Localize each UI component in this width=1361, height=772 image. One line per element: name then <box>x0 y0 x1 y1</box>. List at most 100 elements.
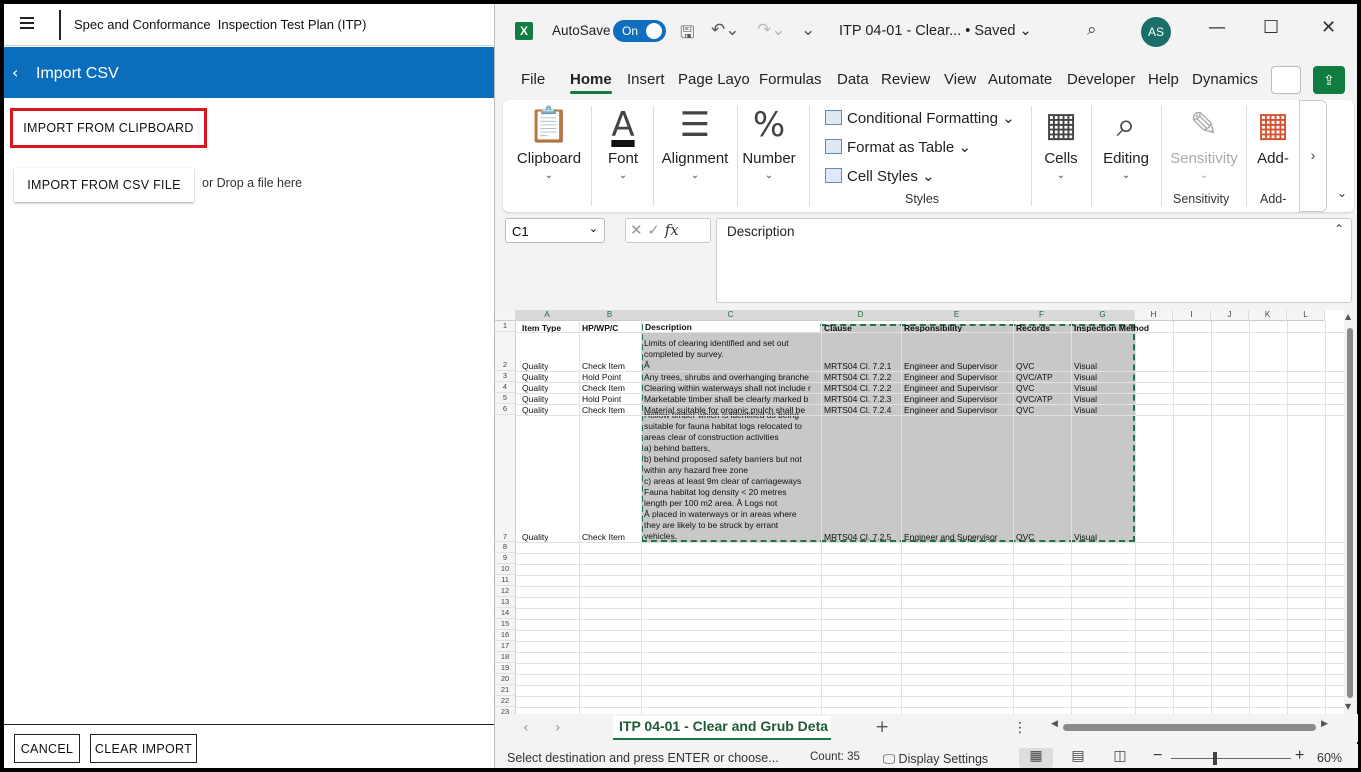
clear-import-button[interactable]: CLEAR IMPORT <box>90 734 197 763</box>
row-header[interactable]: 18 <box>495 652 516 663</box>
cell-a5[interactable]: Quality <box>522 394 548 404</box>
normal-view-icon[interactable]: ▦ <box>1019 748 1053 768</box>
count-indicator[interactable]: Count: 35 <box>810 751 860 763</box>
row-header[interactable]: 2 <box>495 332 516 371</box>
tab-page-layout[interactable]: Page Layo <box>678 71 750 88</box>
row-header[interactable]: 22 <box>495 696 516 707</box>
page-break-view-icon[interactable]: ◫ <box>1103 748 1137 768</box>
name-box[interactable]: C1 ⌄ <box>505 218 605 243</box>
cell-d5[interactable]: MRTS04 Cl. 7.2.3 <box>824 394 891 404</box>
cell-b7[interactable]: Check Item <box>582 532 625 542</box>
zoom-in-icon[interactable]: + <box>1295 747 1304 765</box>
autosave-toggle[interactable]: On <box>613 20 666 42</box>
column-header[interactable]: I <box>1173 310 1211 321</box>
cell-d6[interactable]: MRTS04 Cl. 7.2.4 <box>824 405 891 415</box>
cell-d3[interactable]: MRTS04 Cl. 7.2.2 <box>824 372 891 382</box>
zoom-out-icon[interactable]: − <box>1153 747 1162 765</box>
conditional-formatting-button[interactable]: Conditional Formatting ⌄ <box>825 109 1015 127</box>
cell-d7[interactable]: MRTS04 Cl. 7.2.5 <box>824 532 891 542</box>
cell-a7[interactable]: Quality <box>522 532 548 542</box>
cell-c3[interactable]: Any trees, shrubs and overhanging branch… <box>644 372 820 382</box>
cell-a2[interactable]: Quality <box>522 361 548 371</box>
avatar[interactable]: AS <box>1141 17 1171 47</box>
column-header[interactable]: K <box>1249 310 1287 321</box>
cell-a4[interactable]: Quality <box>522 383 548 393</box>
tab-formulas[interactable]: Formulas <box>759 71 822 88</box>
document-title[interactable]: ITP 04-01 - Clear... • Saved ⌄ <box>839 23 1032 39</box>
cell-e2[interactable]: Engineer and Supervisor <box>904 361 998 371</box>
column-header[interactable]: H <box>1135 310 1173 321</box>
cell-c4[interactable]: Clearing within waterways shall not incl… <box>644 383 820 393</box>
horizontal-scroll-thumb[interactable] <box>1063 724 1316 731</box>
hamburger-menu-icon[interactable] <box>20 17 34 29</box>
import-from-clipboard-button[interactable]: IMPORT FROM CLIPBOARD <box>10 108 207 148</box>
font-group[interactable]: A Font ⌄ <box>595 100 651 181</box>
cell-g7[interactable]: Visual <box>1074 532 1097 542</box>
vertical-scroll-thumb[interactable] <box>1347 328 1353 698</box>
cell-b6[interactable]: Check Item <box>582 405 625 415</box>
column-header[interactable]: J <box>1211 310 1249 321</box>
clipboard-group[interactable]: 📋 Clipboard ⌄ <box>509 100 589 181</box>
cell-e4[interactable]: Engineer and Supervisor <box>904 383 998 393</box>
search-icon[interactable]: ⌕ <box>1087 20 1097 40</box>
cell-c7[interactable]: Hollow timber which is identified as bei… <box>644 410 820 542</box>
more-options-icon[interactable]: ⋮ <box>1013 720 1027 736</box>
customize-toolbar-icon[interactable]: ⌄ <box>801 20 815 40</box>
display-settings-button[interactable]: 🖵 Display Settings <box>883 751 988 767</box>
cell-e5[interactable]: Engineer and Supervisor <box>904 394 998 404</box>
row-header[interactable]: 1 <box>495 321 516 332</box>
row-header[interactable]: 6 <box>495 404 516 415</box>
cell-b3[interactable]: Hold Point <box>582 372 621 382</box>
row-header[interactable]: 3 <box>495 371 516 382</box>
cell-a3[interactable]: Quality <box>522 372 548 382</box>
comments-button[interactable] <box>1271 66 1301 94</box>
cell-a6[interactable]: Quality <box>522 405 548 415</box>
close-icon[interactable]: ✕ <box>1321 17 1336 38</box>
row-header[interactable]: 17 <box>495 641 516 652</box>
cell-f3[interactable]: QVC/ATP <box>1016 372 1053 382</box>
cell-e7[interactable]: Engineer and Supervisor <box>904 532 998 542</box>
tab-view[interactable]: View <box>944 71 976 88</box>
column-header[interactable]: C <box>641 310 821 321</box>
add-sheet-icon[interactable]: + <box>875 717 889 737</box>
alignment-group[interactable]: ☰ Alignment ⌄ <box>655 100 735 181</box>
horizontal-scrollbar[interactable]: ◀ ▶ <box>1051 719 1331 732</box>
column-header[interactable]: A <box>516 310 579 321</box>
select-all-corner[interactable] <box>495 310 516 321</box>
sheet-next-icon[interactable]: › <box>555 720 561 736</box>
cell-g5[interactable]: Visual <box>1074 394 1097 404</box>
cell-g6[interactable]: Visual <box>1074 405 1097 415</box>
row-header[interactable]: 5 <box>495 393 516 404</box>
cancel-button[interactable]: CANCEL <box>14 734 80 763</box>
addins-button[interactable]: ▦ Add- <box>1251 100 1295 167</box>
chevron-left-icon[interactable]: ‹ <box>12 63 18 82</box>
cell-c5[interactable]: Marketable timber shall be clearly marke… <box>644 394 820 404</box>
column-header[interactable]: G <box>1071 310 1135 321</box>
zoom-slider[interactable] <box>1171 752 1291 765</box>
cancel-icon[interactable]: ✕ <box>630 221 643 239</box>
import-from-csv-button[interactable]: IMPORT FROM CSV FILE <box>14 168 194 202</box>
tab-file[interactable]: File <box>521 71 545 88</box>
spreadsheet-grid[interactable]: A B C D E F G H I J K L 1 Item Type HP/W… <box>495 310 1344 714</box>
row-header[interactable]: 13 <box>495 597 516 608</box>
cell-b2[interactable]: Check Item <box>582 361 625 371</box>
ribbon-collapse-icon[interactable]: ⌄ <box>1337 186 1347 200</box>
row-header[interactable]: 4 <box>495 382 516 393</box>
column-header[interactable]: E <box>901 310 1013 321</box>
row-header[interactable]: 9 <box>495 553 516 564</box>
number-group[interactable]: % Number ⌄ <box>739 100 799 181</box>
cell-styles-button[interactable]: Cell Styles ⌄ <box>825 167 935 185</box>
cell-g3[interactable]: Visual <box>1074 372 1097 382</box>
formula-bar[interactable]: Description ⌃ <box>716 218 1352 303</box>
tab-data[interactable]: Data <box>837 71 869 88</box>
row-header[interactable]: 21 <box>495 685 516 696</box>
cell-b5[interactable]: Hold Point <box>582 394 621 404</box>
sheet-prev-icon[interactable]: ‹ <box>523 720 529 736</box>
column-header[interactable]: L <box>1287 310 1325 321</box>
vertical-scrollbar[interactable]: ▲ ▼ <box>1344 310 1356 714</box>
tab-insert[interactable]: Insert <box>627 71 665 88</box>
zoom-level[interactable]: 60% <box>1317 751 1342 765</box>
sensitivity-button[interactable]: ✎ Sensitivity ⌄ <box>1163 100 1245 181</box>
tab-help[interactable]: Help <box>1148 71 1179 88</box>
cell-d2[interactable]: MRTS04 Cl. 7.2.1 <box>824 361 891 371</box>
